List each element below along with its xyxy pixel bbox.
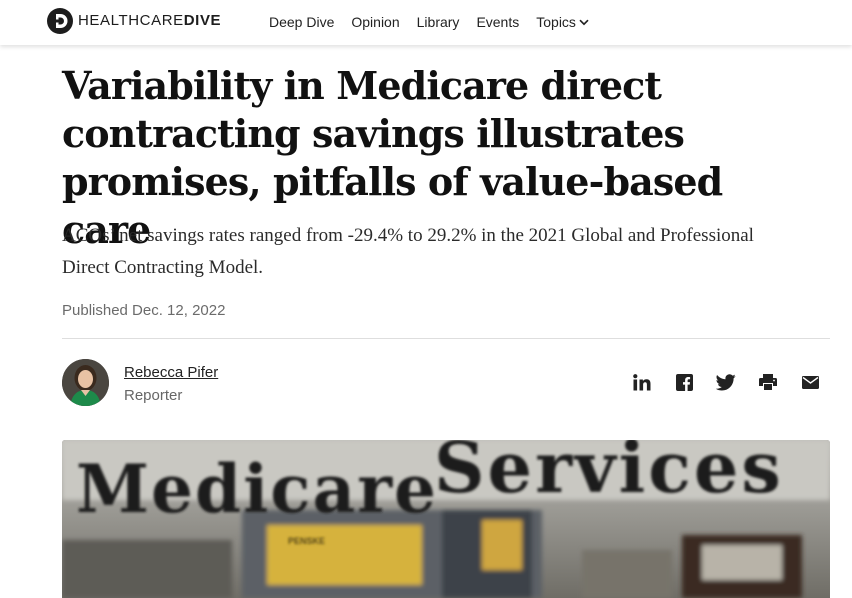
- hero-truck-label: PENSKE: [288, 536, 325, 546]
- twitter-icon: [716, 373, 736, 390]
- author-avatar[interactable]: [62, 359, 109, 406]
- nav-item-library[interactable]: Library: [417, 13, 460, 31]
- article-dek: ACOs’ net savings rates ranged from -29.…: [62, 225, 754, 278]
- site-logo[interactable]: HEALTHCAREDIVE: [47, 8, 221, 34]
- hero-image: Medicare Services PENSKE: [62, 440, 830, 598]
- healthcare-dive-logo-icon: [47, 8, 73, 34]
- author-role: Reporter: [124, 387, 183, 404]
- linkedin-icon: [633, 373, 651, 390]
- hero-photo: Medicare Services PENSKE: [62, 440, 830, 598]
- email-share-button[interactable]: [798, 372, 822, 392]
- share-bar: [630, 372, 822, 392]
- print-button[interactable]: [756, 372, 780, 392]
- facebook-share-button[interactable]: [672, 372, 696, 392]
- hero-sign-word-services: Services: [434, 440, 784, 509]
- chevron-down-icon: [579, 19, 589, 25]
- site-logo-text: HEALTHCAREDIVE: [78, 12, 222, 29]
- nav-item-topics-label: Topics: [536, 14, 576, 30]
- author-photo: [62, 359, 109, 406]
- nav-item-deep-dive[interactable]: Deep Dive: [269, 13, 334, 31]
- author-name-link[interactable]: Rebecca Pifer: [124, 364, 218, 381]
- hero-sign-word-medicare: Medicare: [76, 450, 438, 528]
- nav-item-events[interactable]: Events: [476, 13, 519, 31]
- published-date: Published Dec. 12, 2022: [62, 302, 226, 319]
- divider: [62, 338, 830, 339]
- site-header: HEALTHCAREDIVE Deep Dive Opinion Library…: [0, 0, 852, 45]
- nav-item-opinion[interactable]: Opinion: [351, 13, 399, 31]
- main-nav: Deep Dive Opinion Library Events Topics: [269, 13, 606, 31]
- email-icon: [801, 375, 819, 389]
- facebook-icon: [675, 373, 693, 391]
- twitter-share-button[interactable]: [714, 372, 738, 392]
- linkedin-share-button[interactable]: [630, 372, 654, 392]
- print-icon: [759, 374, 777, 390]
- nav-item-topics[interactable]: Topics: [536, 13, 589, 31]
